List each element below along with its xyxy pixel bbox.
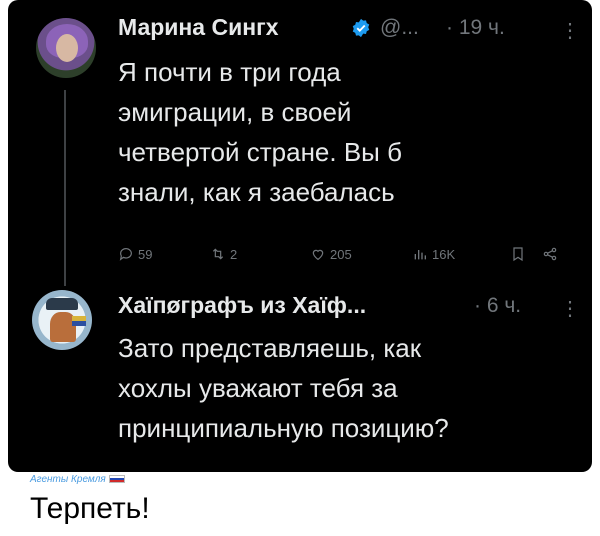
tweet-text-line: Зато представляешь, как: [118, 333, 422, 363]
reply-button[interactable]: 59: [118, 246, 152, 262]
views-count: 16K: [432, 246, 456, 262]
share-button[interactable]: [542, 246, 558, 262]
more-icon[interactable]: ⋮: [560, 296, 580, 321]
author-name[interactable]: Хаїпøграфъ из Хаїф...: [118, 292, 366, 319]
retweet-icon: [212, 248, 224, 260]
tweet-text-line: Я почти в три года: [118, 57, 341, 87]
bookmark-button[interactable]: [510, 246, 526, 262]
avatar-hat: [46, 298, 78, 310]
tweet-text-line: хохлы уважают тебя за: [118, 373, 398, 403]
tweet-text-line: принципиальную позицию?: [118, 413, 449, 443]
tweet-text-line: четвертой стране. Вы б: [118, 137, 402, 167]
channel-tag[interactable]: Агенты Кремля: [30, 474, 125, 485]
reply-icon: [119, 248, 132, 261]
channel-tag-label: Агенты Кремля: [30, 474, 106, 485]
share-icon: [543, 247, 557, 261]
tweet-time[interactable]: · 6 ч.: [474, 294, 521, 318]
avatar[interactable]: [32, 290, 92, 350]
tweet-actions-bar: 59 2 205 16K: [118, 246, 578, 266]
like-button[interactable]: 205: [310, 246, 352, 262]
tweet-text-line: знали, как я заебалась: [118, 177, 395, 207]
verified-badge-icon: [352, 18, 370, 38]
avatar-flag: [72, 316, 86, 326]
tweet-text: Я почти в три года эмиграции, в своей че…: [118, 52, 402, 212]
more-icon[interactable]: ⋮: [560, 18, 580, 43]
author-name[interactable]: Марина Сингх: [118, 14, 279, 41]
bookmark-icon: [513, 247, 523, 262]
views-icon: [414, 250, 426, 260]
russia-flag-icon: [108, 475, 125, 484]
retweet-button[interactable]: 2: [210, 246, 237, 262]
avatar[interactable]: [36, 18, 96, 78]
avatar-face: [56, 34, 78, 62]
tweet-text: Зато представляешь, как хохлы уважают те…: [118, 328, 449, 448]
tweet-time[interactable]: · 19 ч.: [446, 16, 505, 40]
thread-connector-line: [64, 90, 66, 286]
tweet-text-line: эмиграции, в своей: [118, 97, 352, 127]
like-icon: [312, 249, 324, 261]
author-handle[interactable]: @...: [380, 16, 419, 40]
reply-count: 59: [138, 246, 153, 262]
caption-text: Терпеть!: [30, 492, 150, 525]
retweet-count: 2: [230, 246, 238, 262]
like-count: 205: [330, 246, 352, 262]
views-button[interactable]: 16K: [412, 246, 455, 262]
